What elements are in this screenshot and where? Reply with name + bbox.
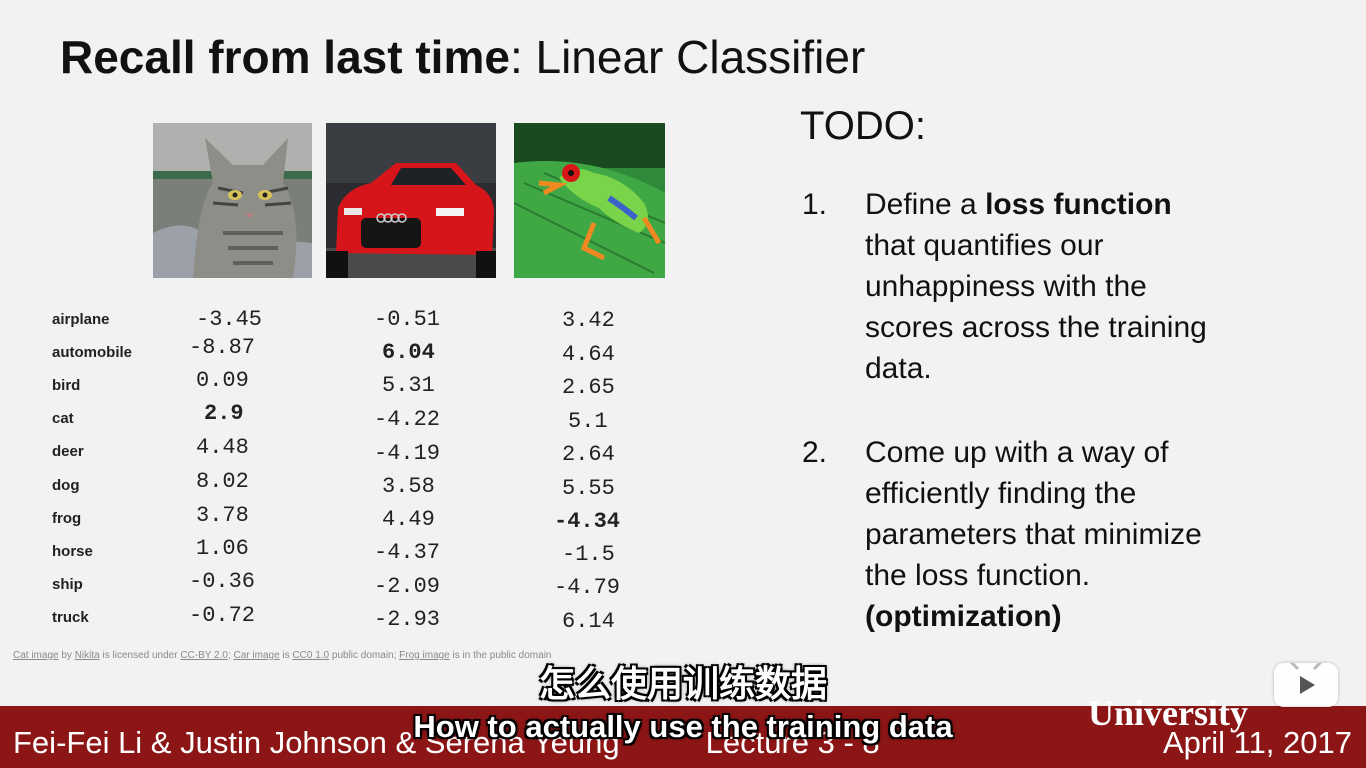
class-label-frog: frog [52,510,82,527]
title-rest: : Linear Classifier [509,31,866,83]
todo-item-1-line-4: scores across the training [865,311,1207,344]
todo-item-2-line-2: efficiently finding the [865,477,1137,510]
todo-heading: TODO: [800,104,926,148]
score-frog-bird: 2.65 [562,375,615,400]
todo-item-2-line-1: Come up with a way of [865,436,1169,469]
todo-item-1-line-5: data. [865,352,932,385]
class-label-automobile: automobile [52,344,133,361]
todo-item-1-line-2: that quantifies our [865,229,1104,262]
score-cat-automobile: -8.87 [189,335,256,360]
score-car-automobile: 6.04 [382,340,435,365]
score-frog-frog: -4.34 [554,509,621,534]
score-cat-bird: 0.09 [196,368,249,393]
loss-function-term: loss function [985,188,1172,221]
title-bold: Recall from last time [60,31,510,83]
score-car-dog: 3.58 [382,474,435,499]
score-car-ship: -2.09 [374,574,441,599]
class-label-ship: ship [52,576,83,593]
play-icon [1289,663,1323,694]
todo-item-2-line-5: (optimization) [865,600,1062,633]
score-car-bird: 5.31 [382,373,435,398]
todo-item-2-number: 2. [802,436,828,469]
todo-item-2-line-3: parameters that minimize [865,518,1202,551]
todo-item-2-line-4: the loss function. [865,559,1091,592]
class-label-deer: deer [52,443,84,460]
todo-item-1-line-3: unhappiness with the [865,270,1147,303]
score-cat-frog: 3.78 [196,503,249,528]
class-label-cat: cat [52,410,74,427]
score-cat-cat: 2.9 [204,401,244,426]
score-frog-ship: -4.79 [554,575,621,600]
score-frog-deer: 2.64 [562,442,615,467]
frog-image [514,123,665,278]
score-frog-horse: -1.5 [562,542,615,567]
class-label-airplane: airplane [52,311,110,328]
slide-title: Recall from last time: Linear Classifier [60,30,865,84]
score-car-truck: -2.93 [374,607,441,632]
todo-item-1-number: 1. [802,188,828,221]
score-cat-horse: 1.06 [196,536,249,561]
class-label-bird: bird [52,377,81,394]
score-car-frog: 4.49 [382,507,435,532]
score-cat-airplane: -3.45 [196,307,263,332]
score-car-horse: -4.37 [374,540,441,565]
score-cat-deer: 4.48 [196,435,249,460]
class-label-horse: horse [52,543,93,560]
subtitle-english: How to actually use the training data [413,709,953,744]
todo-text: Define a [865,188,986,221]
score-cat-ship: -0.36 [189,569,256,594]
score-cat-truck: -0.72 [189,603,256,628]
score-frog-cat: 5.1 [568,409,608,434]
score-frog-automobile: 4.64 [562,342,615,367]
score-cat-dog: 8.02 [196,469,249,494]
class-label-dog: dog [52,477,80,494]
score-car-airplane: -0.51 [374,307,441,332]
score-frog-dog: 5.55 [562,476,615,501]
class-label-truck: truck [52,609,89,626]
video-play-button[interactable] [1274,663,1338,707]
score-car-cat: -4.22 [374,407,441,432]
cat-image [153,123,312,278]
subtitle-chinese: 怎么使用训练数据 [538,663,827,704]
score-frog-airplane: 3.42 [562,308,615,333]
score-car-deer: -4.19 [374,441,441,466]
todo-item-1-line-1: Define a loss function [865,188,1172,222]
car-image [326,123,496,278]
score-frog-truck: 6.14 [562,609,615,634]
